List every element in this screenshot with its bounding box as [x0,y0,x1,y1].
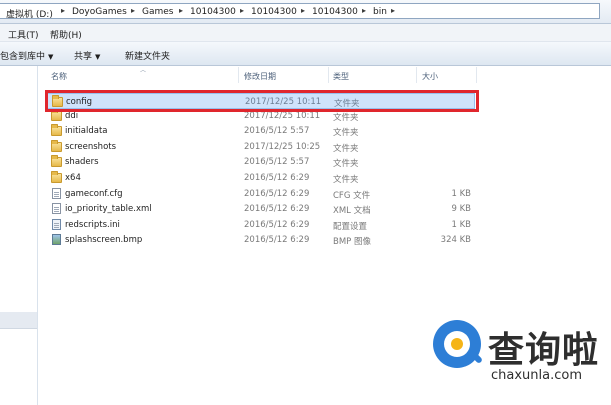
chevron-down-icon: ▼ [48,53,54,61]
column-divider[interactable] [328,67,329,83]
address-input[interactable]: 虚拟机 (D:) ▸ DoyoGames ▸ Games ▸ 10104300 … [0,3,600,20]
file-size: 1 KB [451,220,471,230]
column-header-date[interactable]: 修改日期 [244,71,276,82]
file-date: 2016/5/12 5:57 [244,157,310,167]
breadcrumb-separator-icon[interactable]: ▸ [61,6,65,15]
file-type: XML 文档 [333,206,371,216]
breadcrumb-separator-icon[interactable]: ▸ [240,6,244,15]
file-date: 2016/5/12 6:29 [244,235,310,245]
include-in-library-label: 包含到库中 [0,52,46,62]
file-size: 9 KB [451,204,471,214]
breadcrumb-bin[interactable]: bin [373,7,387,17]
sort-indicator-icon: ︿ [140,67,147,74]
folder-icon [51,155,62,167]
column-divider[interactable] [238,67,239,83]
file-date: 2016/5/12 6:29 [244,189,310,199]
magnifier-logo-icon [433,320,481,368]
share-label: 共享 [74,52,93,62]
breadcrumb-separator-icon[interactable]: ▸ [362,6,366,15]
logo-dot [451,338,463,350]
breadcrumb-10104300-a[interactable]: 10104300 [190,7,236,17]
settings-file-icon [52,219,61,230]
file-date: 2016/5/12 6:29 [244,204,310,214]
watermark-brand: 查询啦 [488,330,600,371]
image-file-icon [52,234,61,245]
file-size: 324 KB [440,235,471,245]
menu-tools[interactable]: 工具(T) [8,28,39,41]
command-bar: 包含到库中 ▼ 共享 ▼ 新建文件夹 [0,42,611,66]
nav-selected-item[interactable] [0,312,37,328]
menu-help[interactable]: 帮助(H) [50,28,82,41]
file-row-redscripts[interactable]: redscripts.ini 2016/5/12 6:29 配置设置 1 KB [47,217,475,233]
file-type: CFG 文件 [333,191,371,201]
navigation-pane[interactable] [0,66,38,405]
breadcrumb-10104300-c[interactable]: 10104300 [312,7,358,17]
breadcrumb-separator-icon[interactable]: ▸ [391,6,395,15]
include-in-library-button[interactable]: 包含到库中 ▼ [0,49,53,62]
file-name: gameconf.cfg [65,189,123,199]
file-date: 2017/12/25 10:25 [244,142,321,152]
column-header-type[interactable]: 类型 [333,71,349,82]
file-date: 2017/12/25 10:11 [244,111,321,121]
file-row-initialdata[interactable]: initialdata 2016/5/12 5:57 文件夹 [47,123,475,139]
breadcrumb-doyogames[interactable]: DoyoGames [72,7,127,17]
menu-bar: 工具(T) 帮助(H) [0,24,611,42]
new-folder-button[interactable]: 新建文件夹 [125,49,170,62]
file-size: 1 KB [451,189,471,199]
file-name: splashscreen.bmp [65,235,143,245]
file-row-splashscreen[interactable]: splashscreen.bmp 2016/5/12 6:29 BMP 图像 3… [47,232,475,248]
file-date: 2016/5/12 5:57 [244,126,310,136]
file-type: 文件夹 [333,128,359,138]
file-name: screenshots [65,142,117,152]
file-row-gameconf[interactable]: gameconf.cfg 2016/5/12 6:29 CFG 文件 1 KB [47,186,475,202]
watermark-logo: 查询啦 chaxunla.com [433,320,605,386]
breadcrumb-games[interactable]: Games [142,7,173,17]
breadcrumb-10104300-b[interactable]: 10104300 [251,7,297,17]
file-type: 文件夹 [333,175,359,185]
file-type: 配置设置 [333,222,368,232]
xml-file-icon [52,203,61,214]
highlight-box [45,90,479,112]
folder-icon [51,124,62,136]
file-name: ddi [65,111,79,121]
column-header-size[interactable]: 大小 [422,71,438,82]
file-row-screenshots[interactable]: screenshots 2017/12/25 10:25 文件夹 [47,139,475,155]
file-row-shaders[interactable]: shaders 2016/5/12 5:57 文件夹 [47,154,475,170]
file-type: 文件夹 [333,113,359,123]
address-bar[interactable]: 虚拟机 (D:) ▸ DoyoGames ▸ Games ▸ 10104300 … [0,0,611,24]
folder-icon [51,171,62,183]
column-divider[interactable] [416,67,417,83]
breadcrumb-separator-icon[interactable]: ▸ [301,6,305,15]
breadcrumb-separator-icon[interactable]: ▸ [179,6,183,15]
file-row-io-priority-table[interactable]: io_priority_table.xml 2016/5/12 6:29 XML… [47,201,475,217]
file-name: x64 [65,173,81,183]
file-name: io_priority_table.xml [65,204,152,214]
file-type: 文件夹 [333,144,359,154]
breadcrumb-separator-icon[interactable]: ▸ [131,6,135,15]
chevron-down-icon: ▼ [95,53,101,61]
file-type: 文件夹 [333,159,359,169]
file-name: redscripts.ini [65,220,120,230]
file-row-x64[interactable]: x64 2016/5/12 6:29 文件夹 [47,170,475,186]
share-button[interactable]: 共享 ▼ [74,49,100,62]
file-name: shaders [65,157,99,167]
watermark-url: chaxunla.com [491,368,582,383]
column-header-name[interactable]: 名称 [51,71,67,82]
folder-icon [51,109,62,121]
breadcrumb-drive[interactable]: 虚拟机 (D:) [6,7,53,20]
file-date: 2016/5/12 6:29 [244,173,310,183]
file-date: 2016/5/12 6:29 [244,220,310,230]
file-type: BMP 图像 [333,237,371,247]
folder-icon [51,140,62,152]
column-divider[interactable] [476,67,477,83]
nav-divider [0,328,37,329]
file-icon [52,188,61,199]
file-name: initialdata [65,126,108,136]
